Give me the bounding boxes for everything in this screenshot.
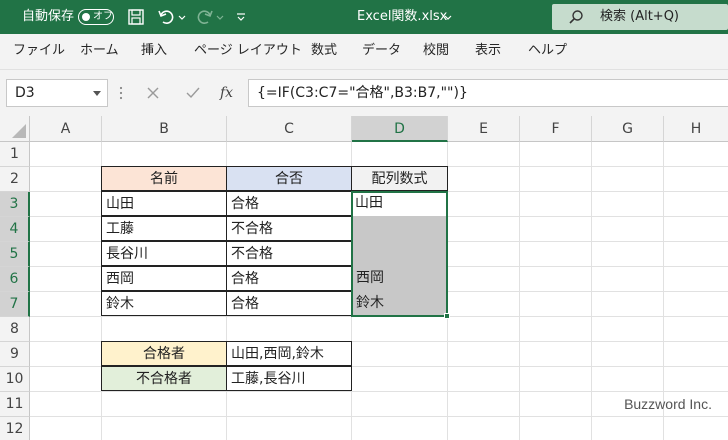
row-header-5[interactable]: 5 xyxy=(0,242,30,267)
redo-dropdown-icon[interactable] xyxy=(216,8,224,26)
summary-label-pass[interactable]: 合格者 xyxy=(101,341,227,366)
undo-icon[interactable] xyxy=(157,8,175,26)
column-header-a[interactable]: A xyxy=(30,116,102,142)
tab-help[interactable]: ヘルプ xyxy=(528,34,567,70)
more-options-icon[interactable] xyxy=(119,84,123,102)
save-icon[interactable] xyxy=(127,8,145,26)
header-cell-array-formula[interactable]: 配列数式 xyxy=(351,166,448,191)
table-cell[interactable]: 鈴木 xyxy=(352,291,447,316)
redo-icon[interactable] xyxy=(196,8,214,26)
customize-toolbar-icon[interactable] xyxy=(236,8,246,26)
tab-file[interactable]: ファイル xyxy=(13,34,65,70)
gridline xyxy=(30,416,728,417)
formula-bar: D3 fx {=IF(C3:C7="合格",B3:B7,"")} xyxy=(0,70,728,116)
table-cell[interactable]: 西岡 xyxy=(352,266,447,291)
watermark: Buzzword Inc. xyxy=(624,396,712,412)
tab-review[interactable]: 校閲 xyxy=(423,34,449,70)
row-header-8[interactable]: 8 xyxy=(0,317,30,342)
search-placeholder: 検索 (Alt+Q) xyxy=(600,9,680,24)
tab-home[interactable]: ホーム xyxy=(80,34,119,70)
table-cell[interactable]: 西岡 xyxy=(101,266,227,291)
row-header-11[interactable]: 11 xyxy=(0,392,30,417)
row-header-9[interactable]: 9 xyxy=(0,342,30,367)
tab-view[interactable]: 表示 xyxy=(475,34,501,70)
row-header-2[interactable]: 2 xyxy=(0,167,30,192)
column-header-f[interactable]: F xyxy=(520,116,592,142)
row-header-1[interactable]: 1 xyxy=(0,142,30,167)
select-all-button[interactable] xyxy=(0,116,30,142)
row-header-12[interactable]: 12 xyxy=(0,417,30,440)
tab-page-layout[interactable]: ページ レイアウト xyxy=(194,34,302,70)
table-cell[interactable]: 不合格 xyxy=(226,216,352,241)
cancel-icon[interactable] xyxy=(142,82,164,104)
column-header-g[interactable]: G xyxy=(592,116,664,142)
table-cell[interactable]: 工藤 xyxy=(101,216,227,241)
enter-check-icon[interactable] xyxy=(182,82,204,104)
table-cell[interactable] xyxy=(352,216,447,241)
formula-input[interactable]: {=IF(C3:C7="合格",B3:B7,"")} xyxy=(248,79,728,107)
column-header-h[interactable]: H xyxy=(664,116,728,142)
formula-text: {=IF(C3:C7="合格",B3:B7,"")} xyxy=(257,85,468,101)
tab-formulas[interactable]: 数式 xyxy=(311,34,337,70)
undo-dropdown-icon[interactable] xyxy=(178,8,186,26)
table-cell[interactable]: 長谷川 xyxy=(101,241,227,266)
fill-handle[interactable] xyxy=(444,313,450,319)
chevron-down-icon[interactable] xyxy=(93,91,101,96)
gridline xyxy=(30,316,728,317)
header-cell-result[interactable]: 合否 xyxy=(226,166,352,191)
insert-function-icon[interactable]: fx xyxy=(220,82,233,104)
ribbon-tabs: ファイル ホーム 挿入 ページ レイアウト 数式 データ 校閲 表示 ヘルプ xyxy=(0,34,728,70)
search-box[interactable]: 検索 (Alt+Q) xyxy=(552,4,728,30)
summary-value-pass[interactable]: 山田,西岡,鈴木 xyxy=(226,341,352,366)
autosave-toggle[interactable]: オフ xyxy=(78,9,114,25)
tab-data[interactable]: データ xyxy=(362,34,401,70)
table-cell[interactable] xyxy=(352,241,447,266)
table-cell[interactable]: 不合格 xyxy=(226,241,352,266)
header-cell-name[interactable]: 名前 xyxy=(101,166,227,191)
column-header-c[interactable]: C xyxy=(227,116,352,142)
gridline xyxy=(30,391,728,392)
autosave-state: オフ xyxy=(93,11,113,22)
name-box[interactable]: D3 xyxy=(6,79,108,107)
autosave-label: 自動保存 xyxy=(22,9,75,24)
summary-value-fail[interactable]: 工藤,長谷川 xyxy=(226,366,352,391)
row-header-10[interactable]: 10 xyxy=(0,367,30,392)
table-cell[interactable]: 鈴木 xyxy=(101,291,227,316)
select-all-icon xyxy=(12,124,26,138)
table-cell[interactable]: 合格 xyxy=(226,266,352,291)
summary-label-fail[interactable]: 不合格者 xyxy=(101,366,227,391)
row-header-3[interactable]: 3 xyxy=(0,192,30,217)
row-header-6[interactable]: 6 xyxy=(0,267,30,292)
search-icon xyxy=(569,10,583,24)
column-header-e[interactable]: E xyxy=(448,116,520,142)
file-title-dropdown-icon[interactable] xyxy=(444,8,452,26)
worksheet-grid: A B C D E F G H 1 2 3 4 5 6 7 8 9 10 11 … xyxy=(0,116,728,440)
row-header-4[interactable]: 4 xyxy=(0,217,30,242)
column-header-b[interactable]: B xyxy=(102,116,227,142)
file-title[interactable]: Excel関数.xlsx xyxy=(357,0,447,34)
table-cell[interactable]: 山田 xyxy=(101,191,227,216)
row-header-7[interactable]: 7 xyxy=(0,292,30,317)
table-cell[interactable]: 合格 xyxy=(226,191,352,216)
name-box-value: D3 xyxy=(15,85,35,101)
title-bar: 自動保存 オフ Excel関数.xlsx 検索 (Alt+Q) xyxy=(0,0,728,34)
toggle-knob xyxy=(82,12,90,21)
column-header-d[interactable]: D xyxy=(352,116,448,142)
tab-insert[interactable]: 挿入 xyxy=(141,34,167,70)
table-cell[interactable]: 合格 xyxy=(226,291,352,316)
table-cell-active[interactable]: 山田 xyxy=(351,191,448,216)
